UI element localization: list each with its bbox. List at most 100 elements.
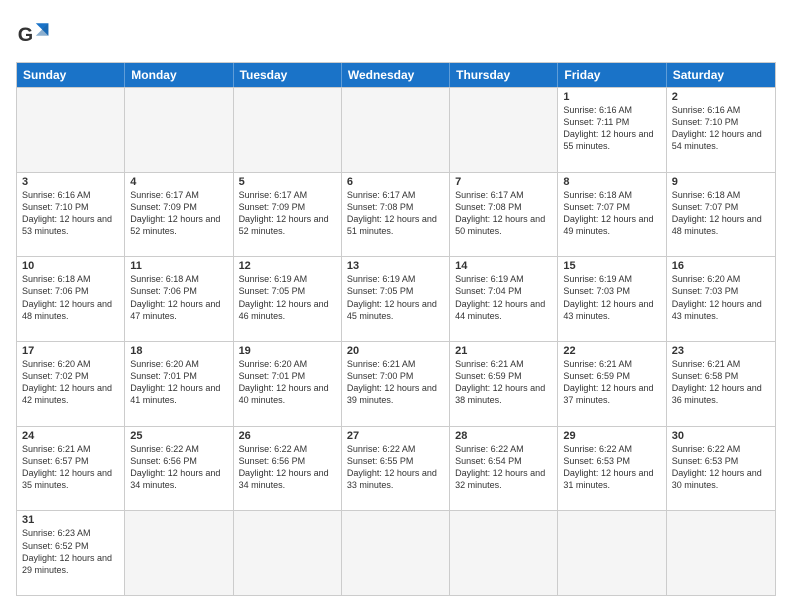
day-info: Sunrise: 6:20 AM Sunset: 7:01 PM Dayligh… — [130, 358, 227, 407]
day-number: 2 — [672, 91, 770, 103]
day-number: 28 — [455, 430, 552, 442]
day-info: Sunrise: 6:17 AM Sunset: 7:09 PM Dayligh… — [130, 189, 227, 238]
day-number: 27 — [347, 430, 444, 442]
weekday-header: Tuesday — [234, 63, 342, 87]
calendar-day-cell — [667, 511, 775, 595]
day-number: 29 — [563, 430, 660, 442]
day-info: Sunrise: 6:20 AM Sunset: 7:02 PM Dayligh… — [22, 358, 119, 407]
day-info: Sunrise: 6:19 AM Sunset: 7:03 PM Dayligh… — [563, 273, 660, 322]
day-info: Sunrise: 6:23 AM Sunset: 6:52 PM Dayligh… — [22, 527, 119, 576]
weekday-header: Monday — [125, 63, 233, 87]
logo-icon: G — [16, 16, 52, 52]
day-number: 5 — [239, 176, 336, 188]
day-info: Sunrise: 6:18 AM Sunset: 7:07 PM Dayligh… — [563, 189, 660, 238]
day-number: 23 — [672, 345, 770, 357]
calendar-week-row: 10Sunrise: 6:18 AM Sunset: 7:06 PM Dayli… — [17, 256, 775, 341]
calendar-week-row: 31Sunrise: 6:23 AM Sunset: 6:52 PM Dayli… — [17, 510, 775, 595]
calendar-day-cell: 10Sunrise: 6:18 AM Sunset: 7:06 PM Dayli… — [17, 257, 125, 341]
calendar-day-cell: 1Sunrise: 6:16 AM Sunset: 7:11 PM Daylig… — [558, 88, 666, 172]
day-info: Sunrise: 6:19 AM Sunset: 7:05 PM Dayligh… — [347, 273, 444, 322]
day-number: 30 — [672, 430, 770, 442]
calendar-day-cell: 9Sunrise: 6:18 AM Sunset: 7:07 PM Daylig… — [667, 173, 775, 257]
calendar-body: 1Sunrise: 6:16 AM Sunset: 7:11 PM Daylig… — [17, 87, 775, 595]
calendar-day-cell: 18Sunrise: 6:20 AM Sunset: 7:01 PM Dayli… — [125, 342, 233, 426]
day-number: 19 — [239, 345, 336, 357]
day-number: 6 — [347, 176, 444, 188]
calendar-day-cell: 5Sunrise: 6:17 AM Sunset: 7:09 PM Daylig… — [234, 173, 342, 257]
day-number: 10 — [22, 260, 119, 272]
page: G SundayMondayTuesdayWednesdayThursdayFr… — [0, 0, 792, 612]
calendar-day-cell: 3Sunrise: 6:16 AM Sunset: 7:10 PM Daylig… — [17, 173, 125, 257]
day-info: Sunrise: 6:22 AM Sunset: 6:56 PM Dayligh… — [130, 443, 227, 492]
day-info: Sunrise: 6:22 AM Sunset: 6:53 PM Dayligh… — [563, 443, 660, 492]
calendar-day-cell: 2Sunrise: 6:16 AM Sunset: 7:10 PM Daylig… — [667, 88, 775, 172]
day-info: Sunrise: 6:21 AM Sunset: 7:00 PM Dayligh… — [347, 358, 444, 407]
calendar-day-cell: 15Sunrise: 6:19 AM Sunset: 7:03 PM Dayli… — [558, 257, 666, 341]
day-info: Sunrise: 6:22 AM Sunset: 6:53 PM Dayligh… — [672, 443, 770, 492]
calendar-day-cell: 17Sunrise: 6:20 AM Sunset: 7:02 PM Dayli… — [17, 342, 125, 426]
day-number: 24 — [22, 430, 119, 442]
day-info: Sunrise: 6:16 AM Sunset: 7:11 PM Dayligh… — [563, 104, 660, 153]
day-info: Sunrise: 6:18 AM Sunset: 7:07 PM Dayligh… — [672, 189, 770, 238]
calendar-day-cell: 28Sunrise: 6:22 AM Sunset: 6:54 PM Dayli… — [450, 427, 558, 511]
day-number: 20 — [347, 345, 444, 357]
calendar-week-row: 24Sunrise: 6:21 AM Sunset: 6:57 PM Dayli… — [17, 426, 775, 511]
calendar-day-cell — [234, 88, 342, 172]
day-number: 13 — [347, 260, 444, 272]
day-number: 22 — [563, 345, 660, 357]
weekday-header: Sunday — [17, 63, 125, 87]
calendar-day-cell — [558, 511, 666, 595]
weekday-header: Saturday — [667, 63, 775, 87]
day-info: Sunrise: 6:20 AM Sunset: 7:01 PM Dayligh… — [239, 358, 336, 407]
calendar-day-cell — [125, 88, 233, 172]
day-info: Sunrise: 6:18 AM Sunset: 7:06 PM Dayligh… — [130, 273, 227, 322]
calendar-day-cell — [342, 88, 450, 172]
day-info: Sunrise: 6:17 AM Sunset: 7:08 PM Dayligh… — [455, 189, 552, 238]
calendar-day-cell — [234, 511, 342, 595]
calendar-day-cell: 26Sunrise: 6:22 AM Sunset: 6:56 PM Dayli… — [234, 427, 342, 511]
day-info: Sunrise: 6:22 AM Sunset: 6:55 PM Dayligh… — [347, 443, 444, 492]
day-info: Sunrise: 6:21 AM Sunset: 6:57 PM Dayligh… — [22, 443, 119, 492]
calendar-header: SundayMondayTuesdayWednesdayThursdayFrid… — [17, 63, 775, 87]
calendar-day-cell: 6Sunrise: 6:17 AM Sunset: 7:08 PM Daylig… — [342, 173, 450, 257]
day-info: Sunrise: 6:20 AM Sunset: 7:03 PM Dayligh… — [672, 273, 770, 322]
day-number: 7 — [455, 176, 552, 188]
day-number: 26 — [239, 430, 336, 442]
calendar-day-cell: 21Sunrise: 6:21 AM Sunset: 6:59 PM Dayli… — [450, 342, 558, 426]
calendar-week-row: 3Sunrise: 6:16 AM Sunset: 7:10 PM Daylig… — [17, 172, 775, 257]
calendar-day-cell: 31Sunrise: 6:23 AM Sunset: 6:52 PM Dayli… — [17, 511, 125, 595]
calendar-day-cell: 25Sunrise: 6:22 AM Sunset: 6:56 PM Dayli… — [125, 427, 233, 511]
calendar-day-cell: 22Sunrise: 6:21 AM Sunset: 6:59 PM Dayli… — [558, 342, 666, 426]
day-number: 21 — [455, 345, 552, 357]
calendar-day-cell: 30Sunrise: 6:22 AM Sunset: 6:53 PM Dayli… — [667, 427, 775, 511]
day-number: 25 — [130, 430, 227, 442]
svg-text:G: G — [18, 24, 33, 46]
calendar-day-cell: 29Sunrise: 6:22 AM Sunset: 6:53 PM Dayli… — [558, 427, 666, 511]
calendar-day-cell: 19Sunrise: 6:20 AM Sunset: 7:01 PM Dayli… — [234, 342, 342, 426]
day-number: 1 — [563, 91, 660, 103]
calendar-day-cell — [342, 511, 450, 595]
calendar-day-cell: 20Sunrise: 6:21 AM Sunset: 7:00 PM Dayli… — [342, 342, 450, 426]
day-info: Sunrise: 6:18 AM Sunset: 7:06 PM Dayligh… — [22, 273, 119, 322]
day-number: 14 — [455, 260, 552, 272]
logo: G — [16, 16, 58, 52]
calendar-day-cell: 14Sunrise: 6:19 AM Sunset: 7:04 PM Dayli… — [450, 257, 558, 341]
day-info: Sunrise: 6:22 AM Sunset: 6:54 PM Dayligh… — [455, 443, 552, 492]
calendar-week-row: 1Sunrise: 6:16 AM Sunset: 7:11 PM Daylig… — [17, 87, 775, 172]
day-number: 4 — [130, 176, 227, 188]
calendar-day-cell: 16Sunrise: 6:20 AM Sunset: 7:03 PM Dayli… — [667, 257, 775, 341]
weekday-header: Friday — [558, 63, 666, 87]
day-info: Sunrise: 6:21 AM Sunset: 6:59 PM Dayligh… — [455, 358, 552, 407]
calendar-week-row: 17Sunrise: 6:20 AM Sunset: 7:02 PM Dayli… — [17, 341, 775, 426]
calendar-day-cell: 4Sunrise: 6:17 AM Sunset: 7:09 PM Daylig… — [125, 173, 233, 257]
day-info: Sunrise: 6:16 AM Sunset: 7:10 PM Dayligh… — [672, 104, 770, 153]
calendar: SundayMondayTuesdayWednesdayThursdayFrid… — [16, 62, 776, 596]
day-number: 9 — [672, 176, 770, 188]
day-info: Sunrise: 6:17 AM Sunset: 7:08 PM Dayligh… — [347, 189, 444, 238]
day-number: 17 — [22, 345, 119, 357]
header: G — [16, 16, 776, 52]
day-info: Sunrise: 6:17 AM Sunset: 7:09 PM Dayligh… — [239, 189, 336, 238]
day-number: 16 — [672, 260, 770, 272]
day-number: 11 — [130, 260, 227, 272]
calendar-day-cell: 11Sunrise: 6:18 AM Sunset: 7:06 PM Dayli… — [125, 257, 233, 341]
